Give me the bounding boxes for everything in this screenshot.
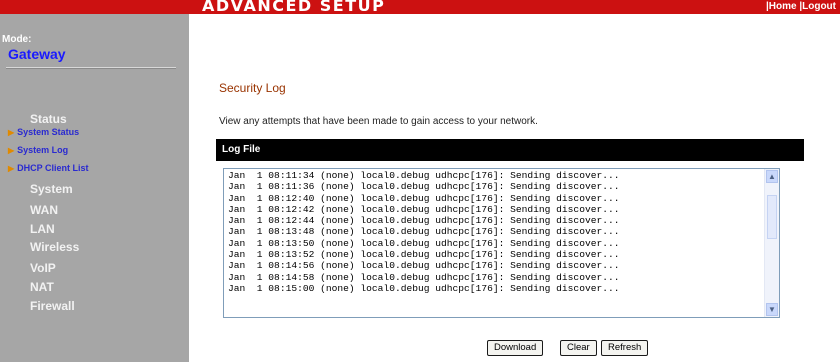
mode-value: Gateway	[8, 46, 66, 62]
log-line: Jan 1 08:13:48 (none) local0.debug udhcp…	[228, 226, 620, 238]
scroll-up-arrow-icon[interactable]: ▲	[766, 170, 778, 183]
logout-link[interactable]: Logout	[802, 1, 836, 12]
triangle-right-icon: ▶	[8, 164, 15, 173]
triangle-right-icon: ▶	[8, 128, 15, 137]
clear-button[interactable]: Clear	[560, 340, 597, 356]
log-textarea[interactable]: Jan 1 08:11:34 (none) local0.debug udhcp…	[223, 168, 780, 318]
refresh-button[interactable]: Refresh	[601, 340, 649, 356]
sidebar-divider	[6, 67, 176, 69]
sidebar-subitem-label: System Status	[17, 127, 80, 137]
page-description: View any attempts that have been made to…	[219, 116, 538, 127]
sidebar-subitem-dhcp-client-list[interactable]: ▶ DHCP Client List	[8, 163, 89, 173]
log-file-header-label: Log File	[222, 144, 261, 155]
page-header-title: ADVANCED SETUP	[202, 0, 386, 15]
log-line: Jan 1 08:11:36 (none) local0.debug udhcp…	[228, 181, 620, 193]
log-line: Jan 1 08:12:40 (none) local0.debug udhcp…	[228, 192, 620, 204]
page-title: Security Log	[219, 81, 286, 95]
triangle-right-icon: ▶	[8, 146, 15, 155]
sidebar-item-wan[interactable]: WAN	[30, 203, 58, 217]
sidebar-subitem-label: System Log	[17, 145, 69, 155]
log-scrollbar[interactable]: ▲ ▼	[764, 169, 779, 317]
sidebar-item-wireless[interactable]: Wireless	[30, 240, 79, 254]
sidebar-item-status[interactable]: Status	[30, 112, 67, 126]
home-link[interactable]: |Home |	[766, 1, 802, 12]
sidebar-item-firewall[interactable]: Firewall	[30, 299, 75, 313]
top-links: |Home |Logout	[766, 0, 836, 14]
log-line: Jan 1 08:13:50 (none) local0.debug udhcp…	[228, 237, 620, 249]
download-button[interactable]: Download	[487, 340, 544, 356]
log-file-header: Log File	[216, 139, 804, 161]
log-line: Jan 1 08:14:56 (none) local0.debug udhcp…	[228, 260, 620, 272]
header-bar: ADVANCED SETUP |Home |Logout	[0, 0, 840, 15]
sidebar-item-system[interactable]: System	[30, 182, 73, 196]
log-line: Jan 1 08:14:58 (none) local0.debug udhcp…	[228, 271, 620, 283]
button-row: Download Clear Refresh	[0, 340, 840, 356]
log-line: Jan 1 08:13:52 (none) local0.debug udhcp…	[228, 249, 620, 261]
scroll-down-arrow-icon[interactable]: ▼	[766, 303, 778, 316]
scrollbar-thumb[interactable]	[767, 195, 777, 239]
sidebar-item-lan[interactable]: LAN	[30, 222, 55, 236]
sidebar-item-voip[interactable]: VoIP	[30, 261, 56, 275]
log-line: Jan 1 08:12:44 (none) local0.debug udhcp…	[228, 215, 620, 227]
sidebar-subitem-system-status[interactable]: ▶ System Status	[8, 127, 79, 137]
log-line: Jan 1 08:15:00 (none) local0.debug udhcp…	[228, 282, 620, 294]
sidebar-subitem-label: DHCP Client List	[17, 163, 89, 173]
sidebar-item-nat[interactable]: NAT	[30, 280, 54, 294]
log-content: Jan 1 08:11:34 (none) local0.debug udhcp…	[228, 170, 620, 294]
sidebar-subitem-system-log[interactable]: ▶ System Log	[8, 145, 68, 155]
log-line: Jan 1 08:12:42 (none) local0.debug udhcp…	[228, 203, 620, 215]
log-line: Jan 1 08:11:34 (none) local0.debug udhcp…	[228, 170, 620, 181]
mode-label: Mode:	[2, 34, 32, 45]
